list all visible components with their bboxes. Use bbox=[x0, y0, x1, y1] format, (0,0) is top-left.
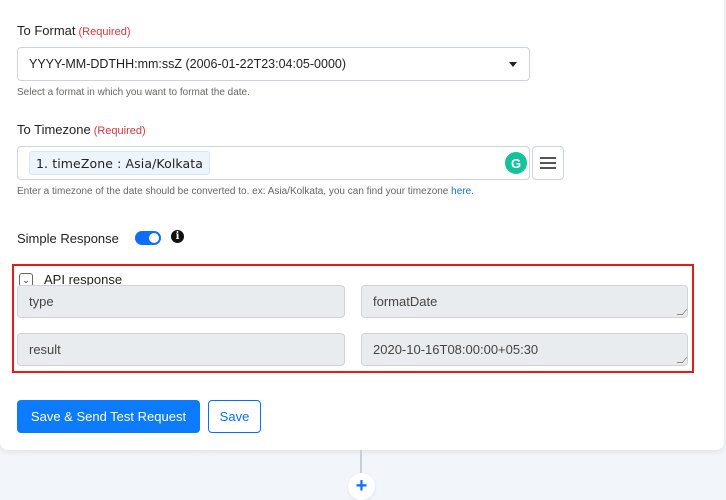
to-format-label-text: To Format bbox=[17, 23, 76, 38]
required-marker: (Required) bbox=[93, 125, 146, 137]
resize-handle-icon[interactable] bbox=[676, 357, 688, 363]
response-value: formatDate bbox=[373, 294, 438, 309]
to-format-selected-value: YYYY-MM-DDTHH:mm:ssZ (2006-01-22T23:04:0… bbox=[29, 57, 347, 71]
response-key: type bbox=[29, 294, 54, 309]
api-response-section: ⌄ API response type formatDate result 20… bbox=[12, 264, 694, 373]
response-value-field[interactable]: 2020-10-16T08:00:00+05:30 bbox=[361, 333, 688, 366]
timezone-help-link[interactable]: here bbox=[451, 186, 471, 197]
caret-down-icon bbox=[509, 62, 517, 67]
response-key-field: type bbox=[17, 285, 345, 318]
hamburger-icon-bar bbox=[540, 167, 556, 169]
step-config-card: To Format (Required) YYYY-MM-DDTHH:mm:ssZ… bbox=[0, 0, 724, 450]
add-step-button[interactable]: + bbox=[348, 473, 375, 500]
response-key-field: result bbox=[17, 333, 345, 366]
timezone-chip[interactable]: 1. timeZone : Asia/Kolkata bbox=[29, 151, 211, 175]
hint-suffix: . bbox=[471, 186, 474, 197]
simple-response-label: Simple Response bbox=[17, 231, 119, 246]
resize-handle-icon[interactable] bbox=[676, 309, 688, 315]
to-timezone-label-text: To Timezone bbox=[17, 122, 91, 137]
plus-icon: + bbox=[355, 475, 368, 497]
to-format-label: To Format (Required) bbox=[17, 23, 130, 38]
field-mapping-menu-button[interactable] bbox=[532, 146, 564, 180]
required-marker: (Required) bbox=[78, 26, 131, 38]
to-timezone-input[interactable]: 1. timeZone : Asia/Kolkata G bbox=[17, 146, 530, 180]
hamburger-icon-bar bbox=[540, 162, 556, 164]
response-value-field[interactable]: formatDate bbox=[361, 285, 688, 318]
to-format-select[interactable]: YYYY-MM-DDTHH:mm:ssZ (2006-01-22T23:04:0… bbox=[17, 47, 530, 81]
response-key: result bbox=[29, 342, 61, 357]
save-and-send-test-request-button[interactable]: Save & Send Test Request bbox=[17, 400, 200, 433]
hint-text: Enter a timezone of the date should be c… bbox=[17, 186, 452, 197]
save-button[interactable]: Save bbox=[208, 400, 261, 433]
info-icon[interactable]: i bbox=[171, 230, 184, 243]
to-timezone-label: To Timezone (Required) bbox=[17, 122, 146, 137]
response-value: 2020-10-16T08:00:00+05:30 bbox=[373, 342, 539, 357]
to-timezone-hint: Enter a timezone of the date should be c… bbox=[17, 186, 474, 197]
hamburger-icon-bar bbox=[540, 157, 556, 159]
to-format-hint: Select a format in which you want to for… bbox=[17, 87, 250, 98]
simple-response-toggle[interactable] bbox=[135, 231, 161, 245]
grammarly-icon[interactable]: G bbox=[505, 152, 527, 174]
